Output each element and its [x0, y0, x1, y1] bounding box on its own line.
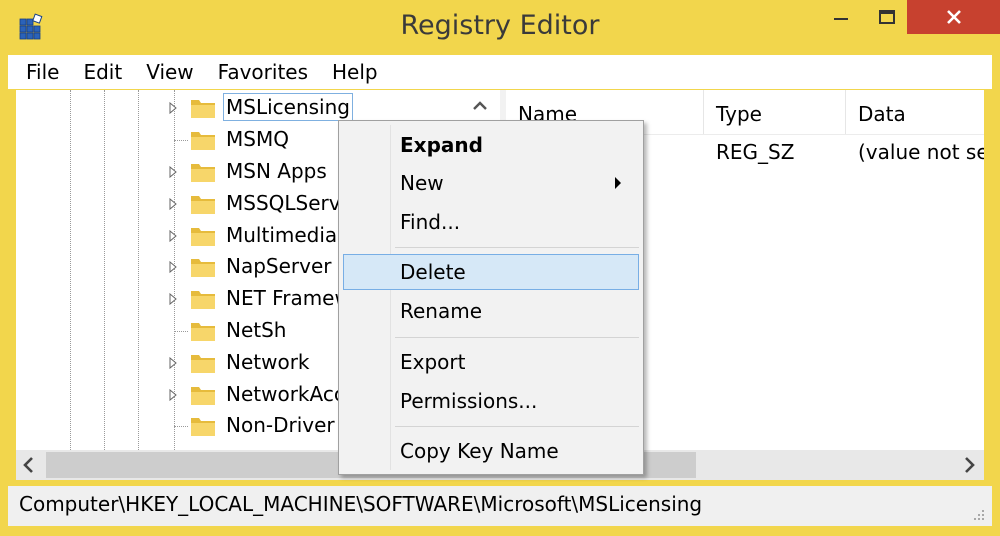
resize-grip-icon[interactable] [972, 508, 986, 522]
folder-icon [191, 291, 215, 309]
maximize-button[interactable] [864, 0, 910, 34]
expand-arrow-icon[interactable] [168, 260, 178, 274]
menu-favorites[interactable]: Favorites [207, 60, 319, 84]
tree-item-label: NetSh [226, 318, 287, 342]
expand-arrow-icon[interactable] [168, 229, 178, 243]
menu-separator [395, 426, 639, 427]
menu-item-export[interactable]: Export [343, 344, 639, 380]
tree-item-label: MSMQ [226, 127, 289, 151]
menu-item-label: Expand [400, 133, 483, 157]
menu-item-label: Find... [400, 210, 461, 234]
folder-icon [191, 387, 215, 405]
tree-item-label: Multimedia [226, 223, 338, 247]
folder-icon [191, 259, 215, 277]
tree-item-label: Non-Driver S [226, 413, 354, 437]
title-bar[interactable]: Registry Editor [0, 0, 1000, 52]
value-row-type[interactable]: REG_SZ [716, 140, 794, 164]
chevron-left-icon[interactable] [22, 455, 36, 475]
chevron-up-icon [473, 101, 487, 110]
menu-file[interactable]: File [8, 60, 70, 84]
menu-view[interactable]: View [135, 60, 204, 84]
expand-arrow-icon[interactable] [168, 101, 178, 115]
folder-icon [191, 418, 215, 436]
menu-item-label: Export [400, 350, 466, 374]
menu-edit[interactable]: Edit [72, 60, 133, 84]
tree-item-label: NetworkAcc [226, 382, 345, 406]
menu-item-expand[interactable]: Expand [343, 127, 639, 163]
registry-path: Computer\HKEY_LOCAL_MACHINE\SOFTWARE\Mic… [19, 492, 703, 516]
folder-icon [191, 196, 215, 214]
tree-item-label: MSN Apps [226, 159, 327, 183]
expand-arrow-icon[interactable] [168, 292, 178, 306]
expand-arrow-icon[interactable] [168, 356, 178, 370]
menu-item-copy-key-name[interactable]: Copy Key Name [343, 433, 639, 469]
menu-help[interactable]: Help [321, 60, 389, 84]
menu-separator [395, 337, 639, 338]
chevron-right-icon[interactable] [962, 455, 976, 475]
expand-arrow-icon[interactable] [168, 197, 178, 211]
expand-arrow-icon[interactable] [168, 165, 178, 179]
tree-item-label: MSSQLServe [226, 191, 353, 215]
menu-item-label: Delete [400, 260, 466, 284]
tree-connector [174, 140, 188, 141]
folder-icon [191, 132, 215, 150]
tree-connector [174, 426, 188, 427]
tree-item-label: NET Framew [226, 286, 351, 310]
folder-icon [191, 228, 215, 246]
minimize-button[interactable] [818, 0, 864, 34]
menu-item-label: Permissions... [400, 389, 538, 413]
context-menu: Expand New Find... Delete Rename Export … [338, 120, 644, 475]
tree-item-mslicensing[interactable]: MSLicensing [16, 93, 500, 123]
folder-icon [191, 164, 215, 182]
tree-item-label: NapServer [226, 254, 332, 278]
value-row-data[interactable]: (value not set [858, 140, 984, 164]
registry-editor-window: Registry Editor File Edit View Favorites… [0, 0, 1000, 536]
menu-item-find[interactable]: Find... [343, 204, 639, 240]
folder-icon [191, 100, 215, 118]
status-bar: Computer\HKEY_LOCAL_MACHINE\SOFTWARE\Mic… [8, 486, 992, 526]
folder-icon [191, 323, 215, 341]
menu-item-rename[interactable]: Rename [343, 293, 639, 329]
expand-arrow-icon[interactable] [168, 388, 178, 402]
scroll-up-button[interactable] [466, 92, 494, 120]
menu-item-new[interactable]: New [343, 165, 639, 201]
tree-item-label: Network [226, 350, 310, 374]
close-button[interactable] [907, 0, 1000, 34]
menu-bar: File Edit View Favorites Help [8, 55, 992, 89]
folder-icon [191, 355, 215, 373]
tree-connector [174, 331, 188, 332]
close-icon [946, 10, 961, 24]
menu-item-delete[interactable]: Delete [343, 254, 639, 290]
maximize-icon [879, 10, 895, 24]
tree-item-label: MSLicensing [223, 93, 353, 121]
menu-item-label: Copy Key Name [400, 439, 559, 463]
column-header-type[interactable]: Type [704, 90, 846, 134]
submenu-arrow-icon [615, 177, 621, 189]
menu-item-label: Rename [400, 299, 483, 323]
menu-separator [395, 247, 639, 248]
minimize-icon [834, 18, 848, 20]
menu-item-permissions[interactable]: Permissions... [343, 383, 639, 419]
menu-item-label: New [400, 171, 444, 195]
column-header-data[interactable]: Data [846, 90, 984, 134]
